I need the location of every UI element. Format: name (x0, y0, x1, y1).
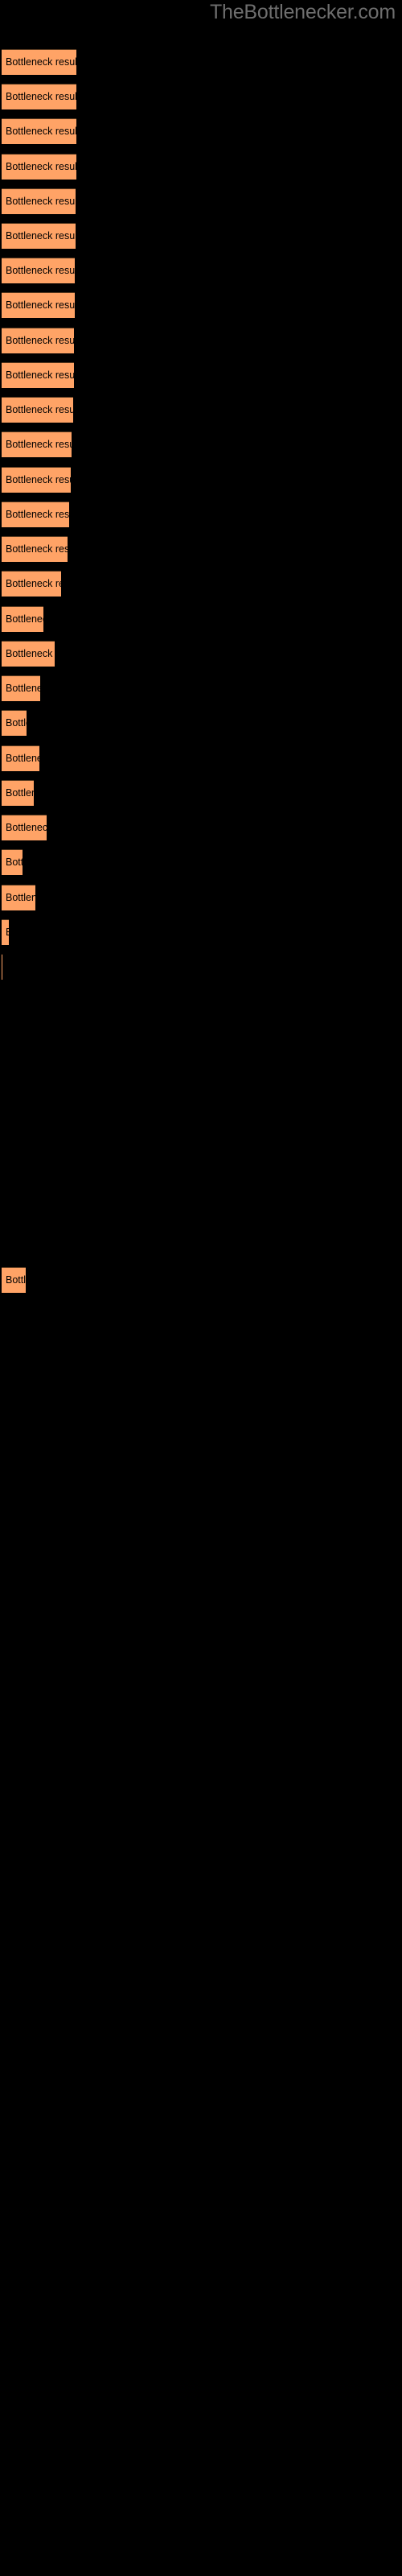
bar-fill (2, 467, 71, 493)
bar-row: Bottleneck result (2, 84, 76, 109)
bar-fill (2, 815, 47, 840)
bar-row: Bottleneck result (2, 536, 68, 562)
bar-fill (2, 502, 69, 527)
bar-row: Bottleneck result (2, 154, 76, 180)
bar-fill (2, 154, 76, 180)
bar-fill (2, 641, 55, 667)
bar-row: Bottleneck result (2, 49, 76, 75)
bar-fill (2, 84, 76, 109)
bar-fill (2, 780, 34, 806)
bar-row: Bottleneck result (2, 606, 43, 632)
bar-series-container: Bottleneck result Bottleneck result Bottle… (0, 0, 402, 2576)
bar-row: Bottleneck result (2, 885, 35, 910)
bar-fill (2, 710, 27, 736)
bar-row: Bottleneck result (2, 571, 61, 597)
bar-row: Bottleneck result (2, 223, 76, 249)
bar-row: Bottleneck result (2, 745, 39, 771)
bar-row: Bottleneck result (2, 118, 76, 144)
bar-row: Bottleneck result (2, 675, 40, 701)
bar-row: Bottleneck result (2, 188, 76, 214)
bar-fill (2, 328, 74, 353)
bar-fill (2, 606, 43, 632)
bar-row: Bottleneck result (2, 362, 74, 388)
bar-row: Bottleneck result (2, 431, 72, 457)
bar-row: Bottleneck result (2, 780, 34, 806)
bar-row: Bottleneck result (2, 815, 47, 840)
bar-fill (2, 536, 68, 562)
bar-fill (2, 223, 76, 249)
bar-fill (2, 49, 76, 75)
bar-fill (2, 675, 40, 701)
bar-row: Bottleneck result (2, 328, 74, 353)
bar-row: Bottleneck result (2, 710, 27, 736)
bar-row: Bottleneck result (2, 397, 73, 423)
bar-fill (2, 362, 74, 388)
bar-fill (2, 919, 9, 945)
bottleneck-bar-chart: TheBottlenecker.com Bottleneck result Bot… (0, 0, 402, 2576)
bar-fill (2, 571, 61, 597)
bar-row: Bottleneck result (2, 292, 75, 318)
bar-fill (2, 188, 76, 214)
bar-row: Bottleneck result (2, 849, 23, 875)
bar-fill (2, 1267, 26, 1293)
bar-fill (2, 397, 73, 423)
bar-fill (2, 745, 39, 771)
bar-fill (2, 258, 75, 283)
bar-row: Bottleneck result (2, 502, 69, 527)
bar-row: Bottleneck result (2, 1267, 26, 1293)
bar-fill (2, 885, 35, 910)
bar-row: Bottleneck result (2, 919, 9, 945)
bar-row: Bottleneck result (2, 467, 71, 493)
bar-fill (2, 849, 23, 875)
bar-fill (2, 118, 76, 144)
bar-row: Bottleneck result (2, 258, 75, 283)
bar-row: Bottleneck result (2, 641, 55, 667)
bar-fill (2, 431, 72, 457)
bar-fill (2, 292, 75, 318)
